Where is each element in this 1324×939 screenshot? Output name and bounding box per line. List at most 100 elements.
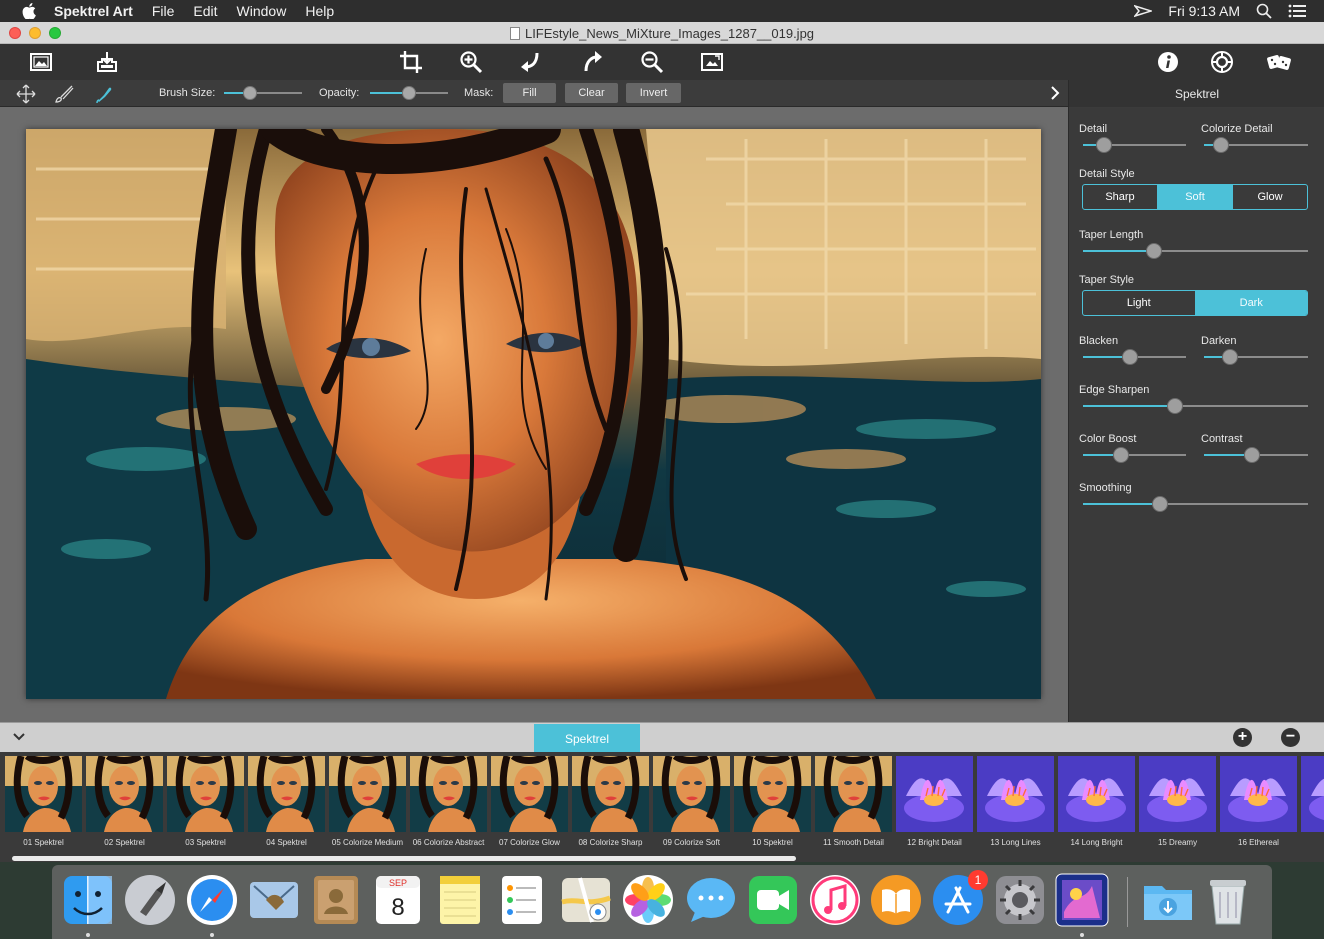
redo-button[interactable] [577, 48, 607, 76]
calendar-icon[interactable]: SEP 8 [370, 872, 426, 928]
detail-style-glow[interactable]: Glow [1233, 185, 1307, 209]
color-boost-slider[interactable] [1083, 447, 1186, 463]
edge-sharpen-slider[interactable] [1083, 398, 1308, 414]
undo-button[interactable] [516, 48, 546, 76]
window-title-bar: LIFEstyle_News_MiXture_Images_1287__019.… [0, 22, 1324, 44]
random-dice-button[interactable] [1264, 48, 1294, 76]
chevron-right-icon[interactable] [1049, 85, 1061, 101]
chevron-down-icon[interactable] [12, 732, 26, 742]
preset-label: 04 Spektrel [266, 838, 307, 847]
preset-thumbnail[interactable] [896, 756, 973, 832]
system-preferences-icon[interactable] [992, 872, 1048, 928]
contacts-icon[interactable] [308, 872, 364, 928]
preset-thumbnail[interactable] [815, 756, 892, 832]
messages-icon[interactable] [683, 872, 739, 928]
detail-style-sharp[interactable]: Sharp [1083, 185, 1158, 209]
preset-thumbnail[interactable] [1058, 756, 1135, 832]
preset-thumbnail[interactable] [572, 756, 649, 832]
menu-edit[interactable]: Edit [193, 3, 217, 19]
opacity-slider[interactable] [370, 86, 448, 100]
maps-icon[interactable] [558, 872, 614, 928]
preset-category-tab[interactable]: Spektrel [534, 724, 640, 752]
info-button[interactable] [1153, 48, 1183, 76]
preset-thumbnail[interactable] [167, 756, 244, 832]
mask-invert-button[interactable]: Invert [626, 83, 681, 103]
menu-file[interactable]: File [152, 3, 175, 19]
preset-thumbnail[interactable] [653, 756, 730, 832]
document-icon [509, 27, 520, 40]
running-indicator [1080, 933, 1084, 937]
preset-thumbnail[interactable] [1139, 756, 1216, 832]
preset-thumbnail[interactable] [734, 756, 811, 832]
darken-slider[interactable] [1204, 349, 1308, 365]
preset-label: 08 Colorize Sharp [578, 838, 643, 847]
zoom-out-button[interactable] [637, 48, 667, 76]
color-boost-label: Color Boost [1079, 433, 1137, 445]
save-image-button[interactable] [92, 48, 122, 76]
preset-thumbnail[interactable] [248, 756, 325, 832]
detail-style-soft[interactable]: Soft [1158, 185, 1233, 209]
taper-style-label: Taper Style [1079, 274, 1135, 286]
remove-preset-button[interactable]: − [1281, 728, 1300, 747]
preset-thumbnail[interactable] [491, 756, 568, 832]
ibooks-icon[interactable] [868, 872, 924, 928]
eraser-tool-icon[interactable] [94, 84, 114, 104]
preset-thumbnail[interactable] [329, 756, 406, 832]
redo-icon [584, 51, 602, 72]
preset-thumbnail[interactable] [977, 756, 1054, 832]
settings-button[interactable] [1207, 48, 1237, 76]
colorize-detail-slider[interactable] [1204, 137, 1308, 153]
move-tool-icon[interactable] [16, 84, 36, 104]
zoom-out-icon [641, 51, 664, 74]
preset-thumbnail[interactable] [1220, 756, 1297, 832]
finder-icon[interactable] [60, 872, 116, 928]
preset-thumbnail[interactable] [1301, 756, 1324, 832]
main-image[interactable] [26, 129, 1041, 699]
detail-slider[interactable] [1083, 137, 1186, 153]
preset-header-bar: Spektrel + − [0, 722, 1324, 752]
mask-fill-button[interactable]: Fill [503, 83, 556, 103]
preset-thumbnail[interactable] [5, 756, 82, 832]
preset-thumbnail[interactable] [86, 756, 163, 832]
menu-help[interactable]: Help [305, 3, 334, 19]
photos-icon[interactable] [620, 872, 676, 928]
plane-status-icon[interactable] [1134, 3, 1153, 19]
brush-size-slider[interactable] [224, 86, 302, 100]
smoothing-slider[interactable] [1083, 496, 1308, 512]
facetime-icon[interactable] [745, 872, 801, 928]
brush-tool-icon[interactable] [54, 84, 74, 104]
add-preset-button[interactable]: + [1233, 728, 1252, 747]
menu-window[interactable]: Window [237, 3, 287, 19]
preset-thumbnail[interactable] [410, 756, 487, 832]
apple-logo-icon[interactable] [22, 3, 36, 19]
blacken-slider[interactable] [1083, 349, 1186, 365]
reminders-icon[interactable] [494, 872, 550, 928]
open-image-button[interactable] [26, 48, 56, 76]
preset-strip-scrollbar[interactable] [12, 856, 796, 861]
mask-clear-button[interactable]: Clear [565, 83, 618, 103]
smoothing-label: Smoothing [1079, 482, 1132, 494]
trash-icon[interactable] [1200, 872, 1256, 928]
mail-icon[interactable] [246, 872, 302, 928]
zoom-in-button[interactable] [456, 48, 486, 76]
launchpad-icon[interactable] [122, 872, 178, 928]
itunes-icon[interactable] [807, 872, 863, 928]
spektrel-art-icon[interactable] [1054, 872, 1110, 928]
notification-center-icon[interactable] [1288, 4, 1306, 18]
safari-icon[interactable] [184, 872, 240, 928]
darken-label: Darken [1201, 335, 1237, 347]
brush-options-bar: Brush Size: Opacity: Mask: Fill Clear In… [0, 80, 1068, 107]
notes-icon[interactable] [432, 872, 488, 928]
crop-button[interactable] [396, 48, 426, 76]
taper-style-dark[interactable]: Dark [1195, 291, 1307, 315]
taper-length-slider[interactable] [1083, 243, 1308, 259]
fit-image-button[interactable] [697, 48, 727, 76]
downloads-folder-icon[interactable] [1140, 872, 1196, 928]
contrast-slider[interactable] [1204, 447, 1308, 463]
image-canvas[interactable] [0, 107, 1068, 722]
taper-style-light[interactable]: Light [1083, 291, 1196, 315]
opacity-label: Opacity: [319, 87, 360, 99]
menu-app-name[interactable]: Spektrel Art [54, 3, 133, 19]
menubar-clock[interactable]: Fri 9:13 AM [1168, 3, 1240, 19]
spotlight-search-icon[interactable] [1256, 3, 1272, 19]
